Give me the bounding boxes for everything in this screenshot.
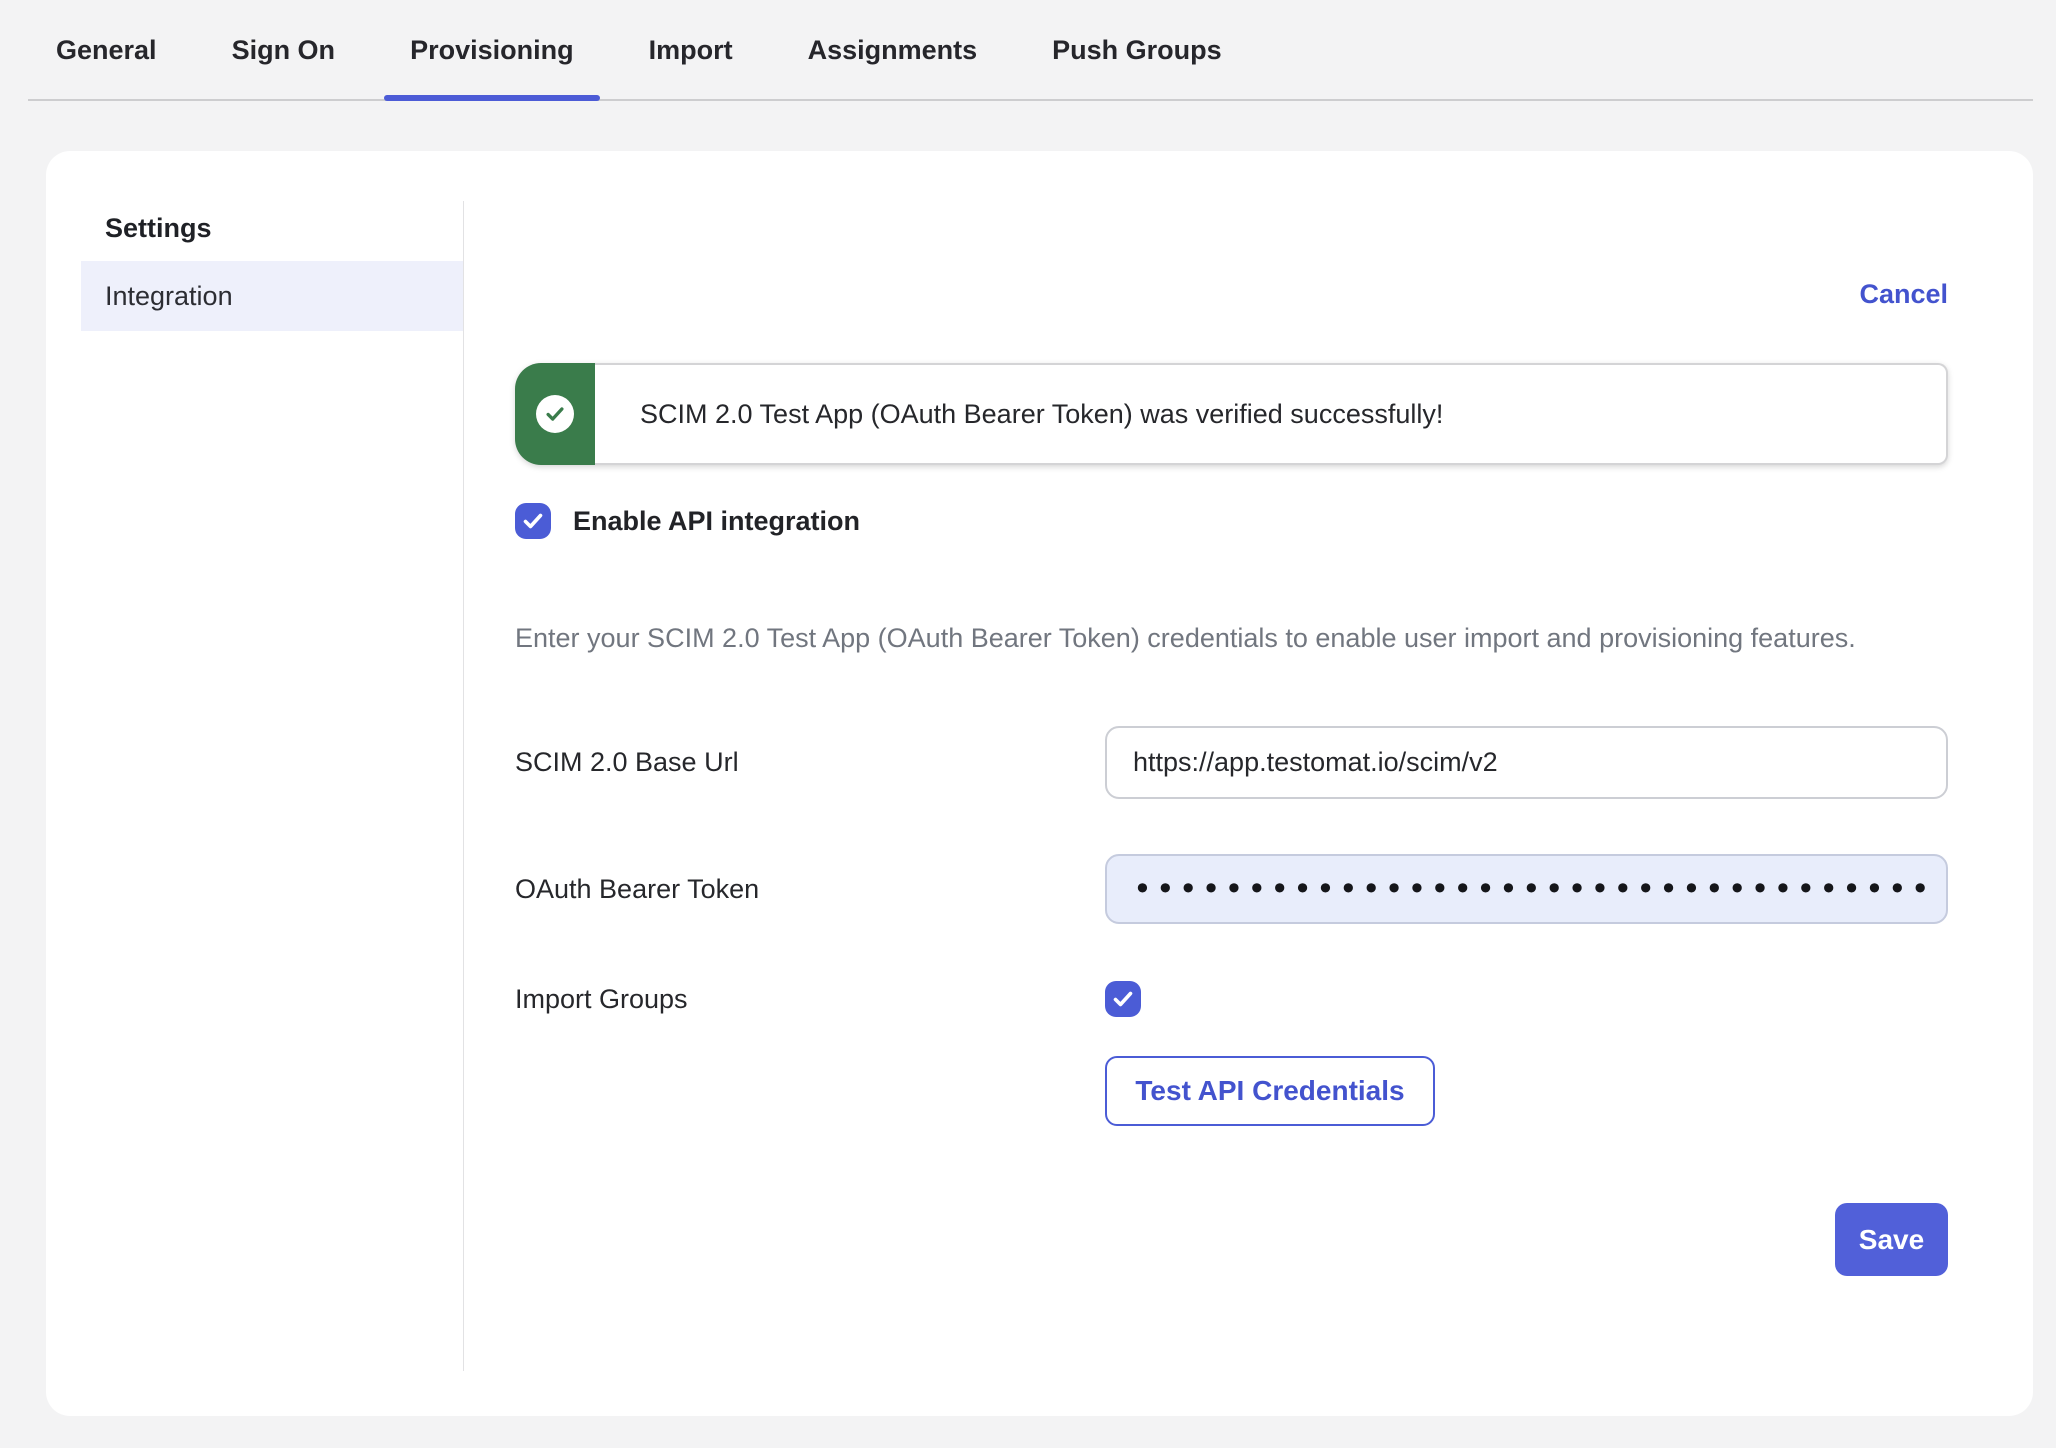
save-row: Save [515, 1203, 1948, 1276]
credentials-description: Enter your SCIM 2.0 Test App (OAuth Bear… [515, 615, 1915, 662]
tab-push-groups[interactable]: Push Groups [1026, 35, 1248, 99]
sidebar-item-integration[interactable]: Integration [81, 261, 463, 331]
test-credentials-row: Test API Credentials [515, 1056, 1948, 1126]
check-circle-icon [536, 395, 574, 433]
enable-api-row: Enable API integration [515, 503, 1948, 539]
tab-import[interactable]: Import [623, 35, 759, 99]
app-tab-bar: General Sign On Provisioning Import Assi… [28, 0, 2033, 101]
oauth-token-label: OAuth Bearer Token [515, 874, 1105, 905]
import-groups-checkbox[interactable] [1105, 981, 1141, 1017]
tab-sign-on[interactable]: Sign On [206, 35, 362, 99]
success-banner-message-box: SCIM 2.0 Test App (OAuth Bearer Token) w… [595, 363, 1948, 465]
import-groups-row: Import Groups [515, 981, 1948, 1017]
tab-general[interactable]: General [30, 35, 183, 99]
save-button[interactable]: Save [1835, 1203, 1948, 1276]
success-banner: SCIM 2.0 Test App (OAuth Bearer Token) w… [515, 363, 1948, 465]
cancel-row: Cancel [515, 279, 1948, 309]
base-url-input[interactable] [1105, 726, 1948, 799]
sidebar-item-label: Integration [105, 281, 233, 312]
base-url-row: SCIM 2.0 Base Url [515, 726, 1948, 799]
cancel-link[interactable]: Cancel [1859, 279, 1948, 309]
enable-api-checkbox[interactable] [515, 503, 551, 539]
sidebar-heading: Settings [105, 213, 463, 243]
base-url-label: SCIM 2.0 Base Url [515, 747, 1105, 778]
tab-provisioning-label: Provisioning [410, 35, 574, 65]
test-api-credentials-button[interactable]: Test API Credentials [1105, 1056, 1435, 1126]
success-banner-message: SCIM 2.0 Test App (OAuth Bearer Token) w… [640, 399, 1443, 430]
oauth-token-row: OAuth Bearer Token [515, 854, 1948, 924]
provisioning-card: Settings Integration Cancel SCIM 2.0 Tes… [46, 151, 2033, 1416]
enable-api-label: Enable API integration [573, 506, 860, 537]
settings-sidebar: Settings Integration [46, 151, 463, 331]
oauth-token-input[interactable] [1105, 854, 1948, 924]
tab-provisioning[interactable]: Provisioning [384, 35, 600, 99]
success-banner-accent [515, 363, 595, 465]
tab-assignments[interactable]: Assignments [782, 35, 1004, 99]
checkmark-icon [1111, 987, 1135, 1011]
checkmark-icon [521, 509, 545, 533]
active-tab-underline [384, 95, 600, 101]
sidebar-divider [463, 201, 464, 1371]
import-groups-label: Import Groups [515, 984, 1105, 1015]
integration-settings-panel: Cancel SCIM 2.0 Test App (OAuth Bearer T… [463, 151, 2033, 1276]
